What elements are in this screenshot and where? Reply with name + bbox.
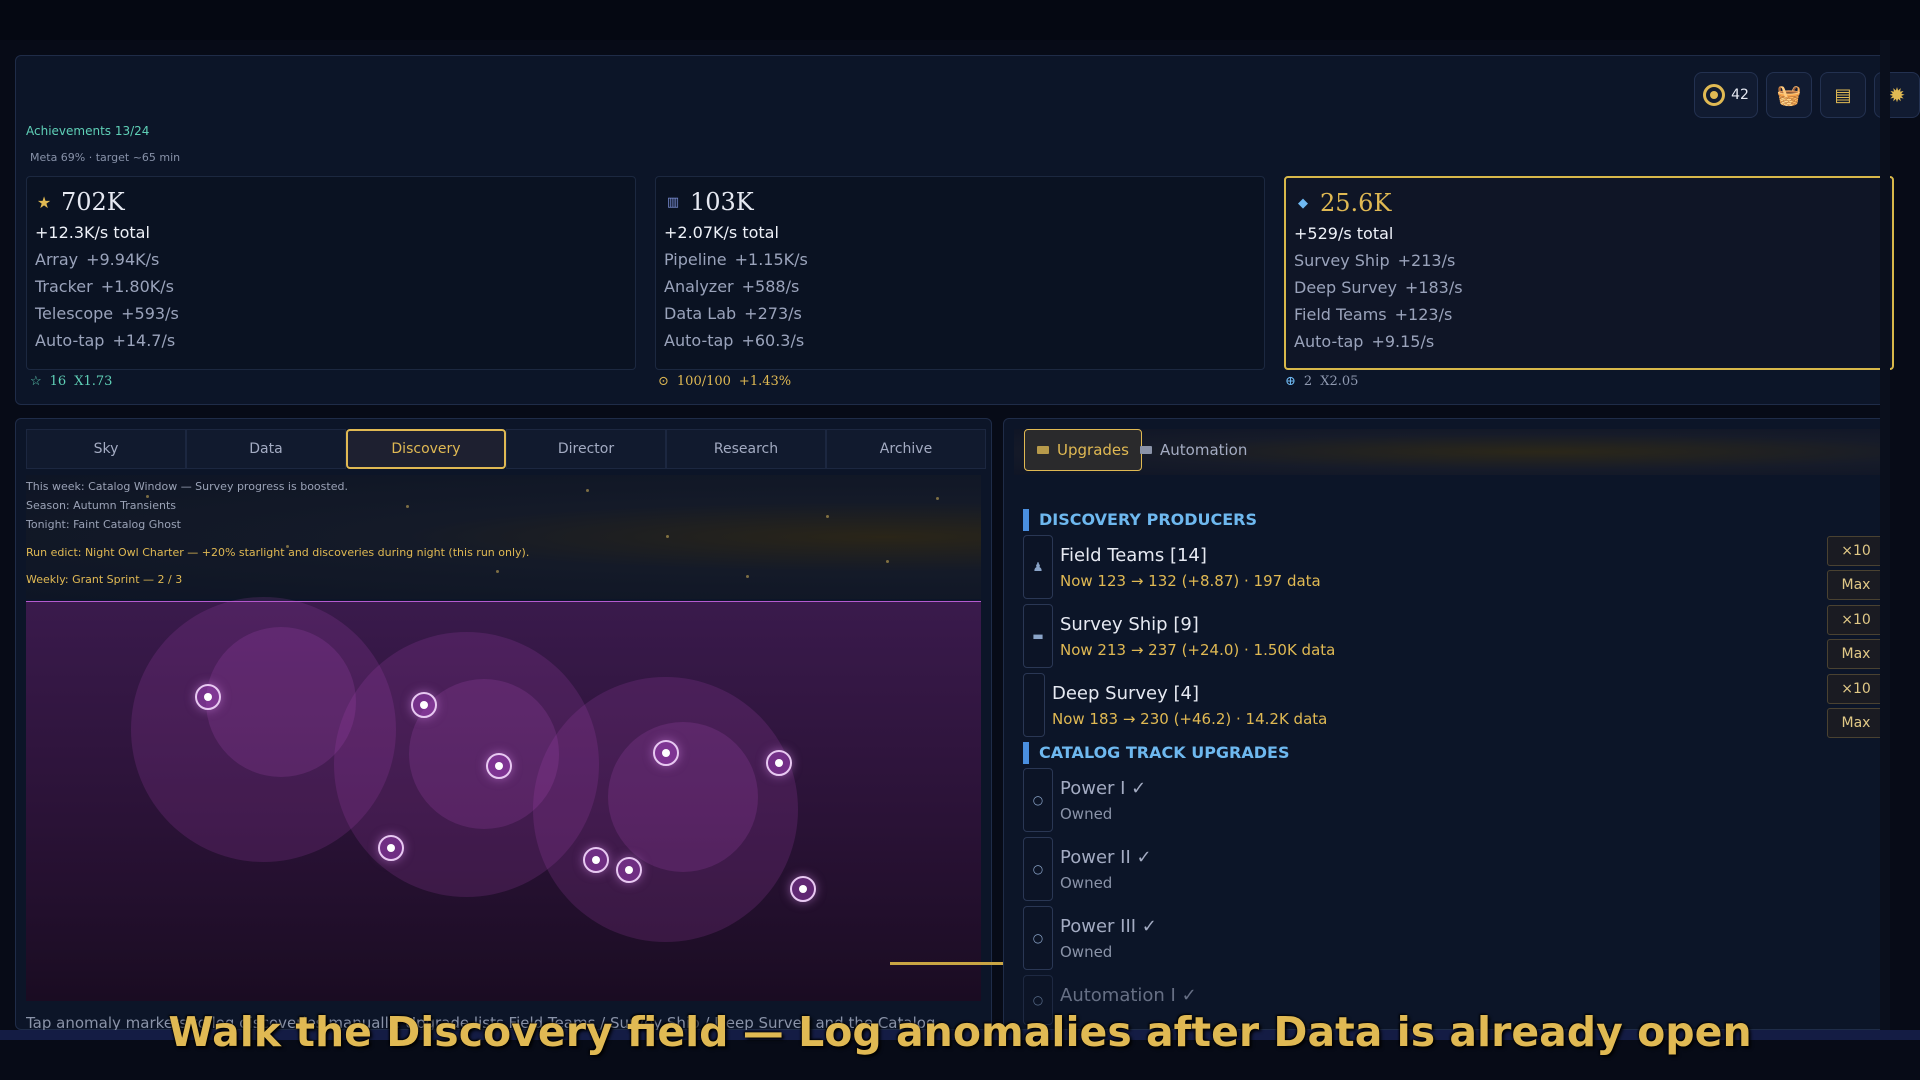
tab-sky[interactable]: Sky	[26, 429, 186, 469]
season-info: Season: Autumn Transients	[26, 499, 176, 512]
section-catalog-upgrades: CATALOG TRACK UPGRADES	[1023, 742, 1289, 764]
rate-line: Auto-tap +9.15/s	[1294, 332, 1435, 351]
tonight-info: Tonight: Faint Catalog Ghost	[26, 518, 181, 531]
tab-automation[interactable]: Automation	[1128, 429, 1259, 471]
upgrade-status: Owned	[1060, 805, 1113, 823]
resource-value: 702K	[61, 188, 125, 216]
rate-line: Deep Survey +183/s	[1294, 278, 1463, 297]
producer-name[interactable]: Deep Survey [4]	[1052, 683, 1199, 704]
buy-x10-button[interactable]: ×10	[1827, 674, 1885, 704]
meta-progress: Meta 69% · target ~65 min	[30, 151, 181, 164]
anomaly-marker[interactable]	[583, 847, 609, 873]
chart-icon: ▥	[666, 194, 680, 210]
resource-value: 25.6K	[1320, 189, 1392, 217]
deep-survey-icon	[1023, 673, 1045, 737]
upgrade-ring-icon: ○	[1023, 837, 1053, 901]
caption-overlay: Walk the Discovery field — Log anomalies…	[168, 1008, 1752, 1056]
week-info: This week: Catalog Window — Survey progr…	[26, 480, 348, 493]
tab-director[interactable]: Director	[506, 429, 666, 469]
rate-line: Data Lab +273/s	[664, 304, 802, 323]
resource-total: +12.3K/s total	[35, 223, 150, 242]
resource-foot-data: ⊙ 100/100 +1.43%	[658, 374, 792, 389]
resource-card-starlight[interactable]: ★ 702K +12.3K/s total Array +9.94K/s Trac…	[26, 176, 636, 370]
upgrade-name[interactable]: Power I ✓	[1060, 778, 1146, 799]
top-bar	[0, 0, 1920, 40]
buy-x10-button[interactable]: ×10	[1827, 536, 1885, 566]
anomaly-marker[interactable]	[616, 857, 642, 883]
tab-archive[interactable]: Archive	[826, 429, 986, 469]
gear-icon: ✹	[1888, 83, 1906, 107]
drop-icon: ◆	[1298, 195, 1308, 211]
resource-foot-starlight: ☆ 16 X1.73	[30, 374, 113, 389]
right-edge-scrollbar[interactable]	[1880, 40, 1890, 1040]
buy-max-button[interactable]: Max	[1827, 708, 1885, 738]
upgrade-status: Owned	[1060, 943, 1113, 961]
rate-line: Tracker +1.80K/s	[35, 277, 174, 296]
anomaly-marker[interactable]	[195, 684, 221, 710]
tab-research[interactable]: Research	[666, 429, 826, 469]
upgrade-ring-icon: ○	[1023, 906, 1053, 970]
anomaly-marker[interactable]	[411, 692, 437, 718]
star-outline-icon: ☆	[30, 374, 42, 389]
resource-card-data[interactable]: ▥ 103K +2.07K/s total Pipeline +1.15K/s A…	[655, 176, 1265, 370]
buy-x10-button[interactable]: ×10	[1827, 605, 1885, 635]
rate-line: Auto-tap +60.3/s	[664, 331, 805, 350]
rate-line: Pipeline +1.15K/s	[664, 250, 808, 269]
anomaly-halo	[608, 722, 758, 872]
rate-line: Analyzer +588/s	[664, 277, 800, 296]
tab-discovery[interactable]: Discovery	[346, 429, 506, 469]
producer-name[interactable]: Survey Ship [9]	[1060, 614, 1199, 635]
producer-stats: Now 123 → 132 (+8.87) · 197 data	[1060, 572, 1321, 590]
log-button[interactable]: ▤	[1820, 72, 1866, 118]
basket-icon: 🧺	[1776, 83, 1802, 107]
resource-card-discoveries[interactable]: ◆ 25.6K +529/s total Survey Ship +213/s D…	[1284, 176, 1894, 370]
anomaly-marker[interactable]	[766, 750, 792, 776]
upgrade-name[interactable]: Power III ✓	[1060, 916, 1157, 937]
survey-ship-icon: ▬	[1023, 604, 1053, 668]
achievements-label[interactable]: Achievements 13/24	[26, 124, 149, 138]
field-teams-icon: ♟	[1023, 535, 1053, 599]
tab-upgrades[interactable]: Upgrades	[1024, 429, 1142, 471]
anomaly-field[interactable]	[26, 597, 981, 1001]
target-icon: ⊙	[658, 374, 669, 389]
rate-line: Field Teams +123/s	[1294, 305, 1453, 324]
resource-foot-discoveries: ⊕ 2 X2.05	[1285, 374, 1359, 389]
rate-line: Auto-tap +14.7/s	[35, 331, 176, 350]
anomaly-marker[interactable]	[378, 835, 404, 861]
coin-button[interactable]: 42	[1694, 72, 1758, 118]
upgrade-name[interactable]: Automation I ✓	[1060, 985, 1197, 1006]
upgrade-name[interactable]: Power II ✓	[1060, 847, 1152, 868]
resource-total: +529/s total	[1294, 224, 1394, 243]
run-edict: Run edict: Night Owl Charter — +20% star…	[26, 546, 530, 559]
upgrade-status: Owned	[1060, 874, 1113, 892]
coin-count: 42	[1731, 87, 1749, 103]
anomaly-marker[interactable]	[653, 740, 679, 766]
producer-stats: Now 183 → 230 (+46.2) · 14.2K data	[1052, 710, 1328, 728]
buy-max-button[interactable]: Max	[1827, 639, 1885, 669]
weekly-goal: Weekly: Grant Sprint — 2 / 3	[26, 573, 183, 586]
anomaly-marker[interactable]	[790, 876, 816, 902]
anomaly-marker[interactable]	[486, 753, 512, 779]
resource-value: 103K	[690, 188, 754, 216]
buy-max-button[interactable]: Max	[1827, 570, 1885, 600]
rate-line: Survey Ship +213/s	[1294, 251, 1456, 270]
star-icon: ★	[36, 192, 52, 212]
card-icon	[1140, 446, 1152, 454]
shop-button[interactable]: 🧺	[1766, 72, 1812, 118]
rate-line: Array +9.94K/s	[35, 250, 160, 269]
notes-icon: ▤	[1834, 84, 1852, 106]
coin-icon	[1703, 84, 1726, 106]
upgrade-ring-icon: ○	[1023, 768, 1053, 832]
rate-line: Telescope +593/s	[35, 304, 179, 323]
card-icon	[1037, 446, 1049, 454]
tab-data[interactable]: Data	[186, 429, 346, 469]
compass-icon: ⊕	[1285, 374, 1296, 389]
producer-name[interactable]: Field Teams [14]	[1060, 545, 1207, 566]
resource-total: +2.07K/s total	[664, 223, 779, 242]
producer-stats: Now 213 → 237 (+24.0) · 1.50K data	[1060, 641, 1336, 659]
section-discovery-producers: DISCOVERY PRODUCERS	[1023, 509, 1257, 531]
main-tabs: Sky Data Discovery Director Research Arc…	[26, 429, 986, 469]
